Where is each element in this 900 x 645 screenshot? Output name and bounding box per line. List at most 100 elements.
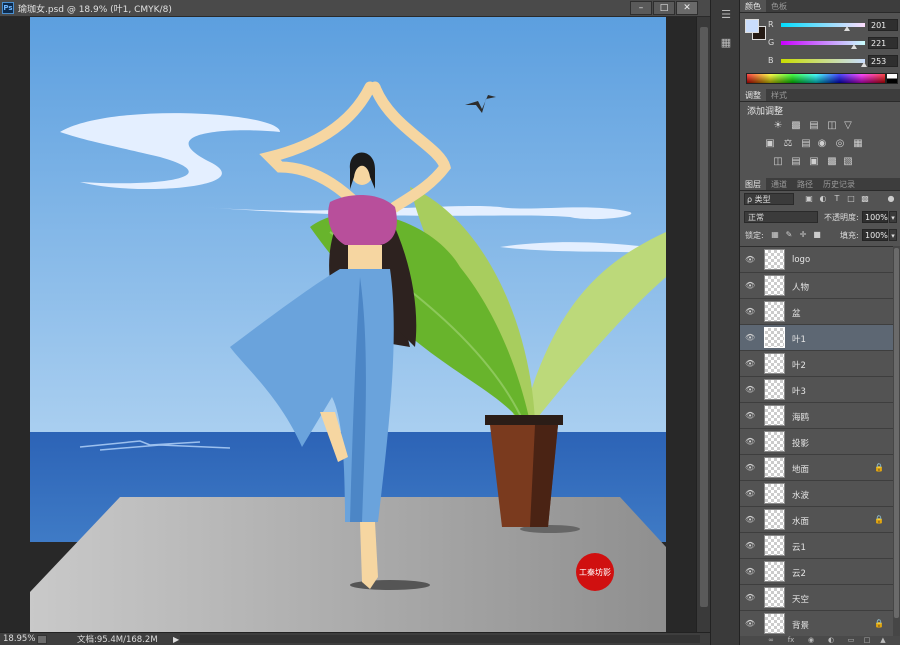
curves-icon[interactable]: ▤ (808, 120, 820, 132)
link-layers-icon[interactable]: ∞ (766, 636, 776, 645)
layer-thumbnail[interactable] (764, 483, 785, 504)
vertical-scrollbar[interactable] (696, 17, 710, 632)
filter-pixel-icon[interactable]: ▣ (804, 194, 814, 204)
threshold-icon[interactable]: ▣ (808, 156, 820, 168)
lock-all-icon[interactable]: ■ (812, 230, 822, 240)
status-menu-icon[interactable] (37, 634, 47, 644)
layer-name[interactable]: 云2 (792, 567, 806, 579)
tab-channels[interactable]: 通道 (766, 178, 792, 190)
filter-shape-icon[interactable]: □ (846, 194, 856, 204)
tab-history[interactable]: 历史记录 (818, 178, 860, 190)
layer-row[interactable]: 👁 天空 (740, 585, 893, 611)
properties-icon[interactable]: ▦ (718, 36, 734, 50)
visibility-eye-icon[interactable]: 👁 (745, 619, 755, 629)
maximize-button[interactable]: □ (653, 1, 675, 15)
filter-toggle-icon[interactable]: ● (886, 194, 896, 204)
visibility-eye-icon[interactable]: 👁 (745, 385, 755, 395)
layer-row[interactable]: 👁 水波 (740, 481, 893, 507)
filter-smart-icon[interactable]: ▩ (860, 194, 870, 204)
slider-green-handle[interactable] (850, 44, 857, 49)
black-white-swatch[interactable] (886, 73, 898, 84)
layer-style-icon[interactable]: fx (786, 636, 796, 645)
slider-red-value[interactable]: 201 (868, 19, 898, 31)
vertical-scroll-thumb[interactable] (700, 27, 708, 607)
layer-thumbnail[interactable] (764, 301, 785, 322)
blend-mode-select[interactable]: 正常 (744, 211, 818, 223)
visibility-eye-icon[interactable]: 👁 (745, 307, 755, 317)
filter-type-icon[interactable]: T (832, 194, 842, 204)
invert-icon[interactable]: ◫ (772, 156, 784, 168)
layer-name[interactable]: 叶2 (792, 359, 806, 371)
brightness-icon[interactable]: ☀ (772, 120, 784, 132)
lock-pixels-icon[interactable]: ✎ (784, 230, 794, 240)
visibility-eye-icon[interactable]: 👁 (745, 567, 755, 577)
visibility-eye-icon[interactable]: 👁 (745, 437, 755, 447)
layer-thumbnail[interactable] (764, 561, 785, 582)
new-layer-icon[interactable]: □ (862, 636, 872, 645)
layer-row[interactable]: 👁 地面 🔒 (740, 455, 893, 481)
layer-name[interactable]: 水面 (792, 515, 809, 527)
tab-paths[interactable]: 路径 (792, 178, 818, 190)
layer-row[interactable]: 👁 投影 (740, 429, 893, 455)
layer-list-scrollbar[interactable] (893, 246, 900, 636)
layer-row[interactable]: 👁 盆 (740, 299, 893, 325)
layer-thumbnail[interactable] (764, 405, 785, 426)
channel-mixer-icon[interactable]: ◎ (834, 138, 846, 150)
layer-thumbnail[interactable] (764, 327, 785, 348)
exposure-icon[interactable]: ◫ (826, 120, 838, 132)
close-button[interactable]: ✕ (676, 1, 698, 15)
layer-row[interactable]: 👁 人物 (740, 273, 893, 299)
tab-styles[interactable]: 样式 (766, 89, 792, 101)
slider-red-handle[interactable] (844, 26, 851, 31)
horizontal-scrollbar[interactable] (180, 635, 700, 643)
hue-saturation-icon[interactable]: ▣ (764, 138, 776, 150)
slider-green[interactable]: G 221 (768, 37, 898, 51)
tab-swatches[interactable]: 色板 (766, 0, 792, 12)
layer-name[interactable]: 背景 (792, 619, 809, 631)
visibility-eye-icon[interactable]: 👁 (745, 515, 755, 525)
selective-color-icon[interactable]: ▩ (826, 156, 838, 168)
lock-transparency-icon[interactable]: ▦ (770, 230, 780, 240)
layer-thumbnail[interactable] (764, 613, 785, 634)
layer-row[interactable]: 👁 叶2 (740, 351, 893, 377)
minimize-button[interactable]: – (630, 1, 652, 15)
color-spectrum[interactable] (746, 73, 898, 84)
layer-thumbnail[interactable] (764, 457, 785, 478)
color-balance-icon[interactable]: ⚖ (782, 138, 794, 150)
visibility-eye-icon[interactable]: 👁 (745, 541, 755, 551)
visibility-eye-icon[interactable]: 👁 (745, 463, 755, 473)
artwork-canvas[interactable]: 工秦坊影 (30, 17, 666, 632)
visibility-eye-icon[interactable]: 👁 (745, 333, 755, 343)
layer-name[interactable]: 天空 (792, 593, 809, 605)
layer-name[interactable]: 盆 (792, 307, 801, 319)
vibrance-icon[interactable]: ▽ (842, 120, 854, 132)
tab-layers[interactable]: 图层 (740, 178, 766, 190)
canvas-area[interactable]: 工秦坊影 (0, 17, 696, 632)
slider-blue-handle[interactable] (861, 62, 868, 67)
document-titlebar[interactable]: Ps 瑜珈女.psd @ 18.9% (叶1, CMYK/8) – □ ✕ (0, 0, 710, 17)
new-adjustment-icon[interactable]: ◐ (826, 636, 836, 645)
tab-color[interactable]: 颜色 (740, 0, 766, 12)
slider-blue-value[interactable]: 253 (868, 55, 898, 67)
fill-dropdown-icon[interactable]: ▾ (889, 229, 897, 241)
photo-filter-icon[interactable]: ◉ (816, 138, 828, 150)
fill-input[interactable]: 100% (862, 229, 888, 241)
posterize-icon[interactable]: ▤ (790, 156, 802, 168)
add-mask-icon[interactable]: ◉ (806, 636, 816, 645)
layer-row[interactable]: 👁 logo (740, 247, 893, 273)
layer-row[interactable]: 👁 云2 (740, 559, 893, 585)
visibility-eye-icon[interactable]: 👁 (745, 281, 755, 291)
delete-layer-icon[interactable]: ▲ (878, 636, 888, 645)
layer-name[interactable]: 人物 (792, 281, 809, 293)
layer-row[interactable]: 👁 云1 (740, 533, 893, 559)
visibility-eye-icon[interactable]: 👁 (745, 255, 755, 265)
slider-blue-track[interactable] (781, 59, 865, 63)
layer-thumbnail[interactable] (764, 587, 785, 608)
layer-name[interactable]: 叶3 (792, 385, 806, 397)
layer-name[interactable]: logo (792, 255, 810, 265)
layer-row[interactable]: 👁 背景 🔒 (740, 611, 893, 636)
filter-adjustment-icon[interactable]: ◐ (818, 194, 828, 204)
zoom-level[interactable]: 18.95% (3, 634, 35, 644)
lock-position-icon[interactable]: ✛ (798, 230, 808, 240)
layer-thumbnail[interactable] (764, 431, 785, 452)
